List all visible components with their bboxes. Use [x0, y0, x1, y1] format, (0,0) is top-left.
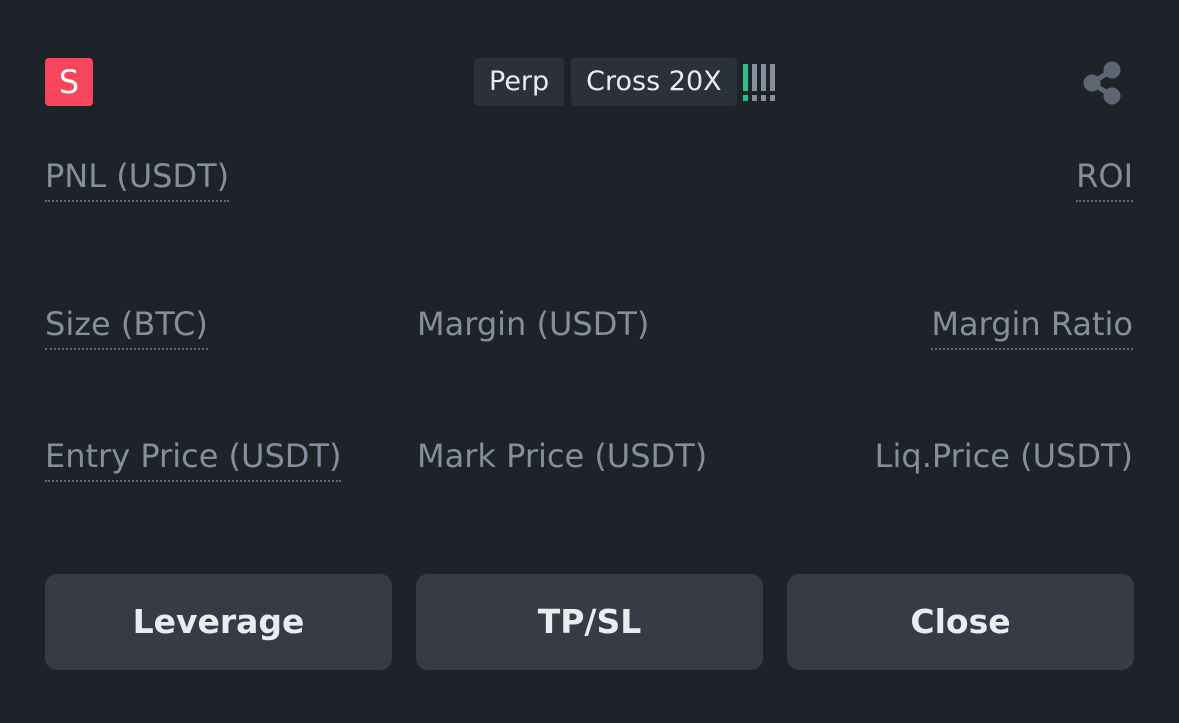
margin-ratio-label[interactable]: Margin Ratio [931, 304, 1133, 350]
contract-type-tag: Perp [474, 58, 565, 106]
liq-price-label: Liq.Price (USDT) [874, 437, 1133, 475]
roi-label[interactable]: ROI [1076, 156, 1133, 202]
position-card: S Perp Cross 20X PNL (USDT) ROI Size (BT… [0, 0, 1179, 723]
mark-price-label: Mark Price (USDT) [417, 437, 708, 475]
pnl-label[interactable]: PNL (USDT) [45, 156, 230, 202]
entry-price-label[interactable]: Entry Price (USDT) [45, 436, 342, 482]
share-icon[interactable] [1078, 58, 1128, 108]
size-label[interactable]: Size (BTC) [45, 304, 208, 350]
risk-meter-icon [742, 63, 775, 101]
margin-label: Margin (USDT) [417, 305, 650, 343]
tpsl-button[interactable]: TP/SL [416, 574, 763, 670]
risk-bar [742, 63, 748, 101]
position-tags: Perp Cross 20X [474, 58, 775, 106]
risk-bar [751, 63, 757, 101]
risk-bar [760, 63, 766, 101]
short-side-badge: S [45, 58, 93, 106]
leverage-button[interactable]: Leverage [45, 574, 392, 670]
risk-bar [769, 63, 775, 101]
margin-mode-tag[interactable]: Cross 20X [571, 58, 737, 106]
close-position-button[interactable]: Close [787, 574, 1134, 670]
